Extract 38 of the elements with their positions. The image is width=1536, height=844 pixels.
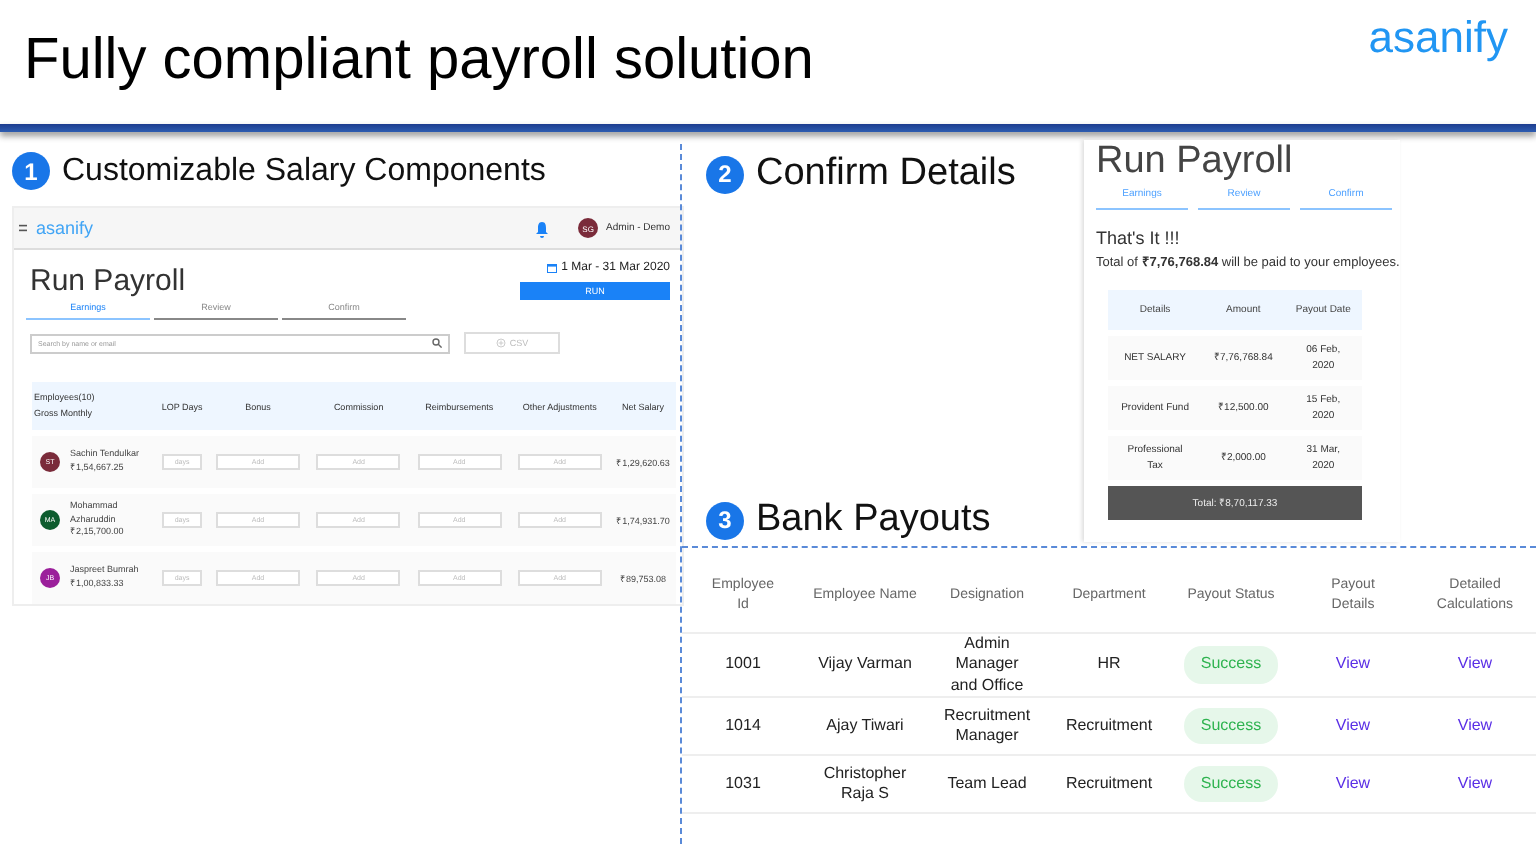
search-icon xyxy=(432,338,442,348)
status-badge: Success xyxy=(1184,646,1278,684)
brand-logo: asanify xyxy=(36,218,96,238)
table-cell: Team Lead xyxy=(926,755,1048,814)
calendar-icon xyxy=(545,262,558,274)
table-cell: 1031 xyxy=(682,755,804,814)
table-cell: HR xyxy=(1048,633,1170,698)
view-link[interactable]: View xyxy=(1457,773,1493,792)
table-cell: Recruitment xyxy=(1048,755,1170,814)
table-cell: Vijay Varman xyxy=(804,633,926,698)
table-cell: Admin Manager and Office xyxy=(926,633,1048,698)
page-title: Run Payroll xyxy=(30,266,186,296)
table-cell: Recruitment Manager xyxy=(926,697,1048,756)
page-title: Run Payroll xyxy=(1096,140,1295,184)
confirm-heading: That's It !!! xyxy=(1096,228,1182,248)
table-cell: 1014 xyxy=(682,697,804,756)
step-number-badge: 2 xyxy=(706,155,744,193)
view-link[interactable]: View xyxy=(1457,715,1493,734)
section-title: Confirm Details xyxy=(756,152,1016,196)
section-title: Bank Payouts xyxy=(756,498,991,542)
menu-icon[interactable] xyxy=(18,224,28,232)
view-link[interactable]: View xyxy=(1457,654,1493,673)
slide-title: Fully compliant payroll solution xyxy=(24,27,814,93)
step-number-badge: 3 xyxy=(706,501,744,539)
logo: asanify xyxy=(1368,12,1508,64)
section-title: Customizable Salary Components xyxy=(62,153,546,189)
view-link[interactable]: View xyxy=(1335,773,1371,792)
view-link[interactable]: View xyxy=(1335,715,1371,734)
step-number-badge: 1 xyxy=(12,152,50,190)
status-badge: Success xyxy=(1184,765,1278,803)
bell-icon[interactable] xyxy=(534,219,551,237)
table-cell: Ajay Tiwari xyxy=(804,697,926,756)
table-cell: 1001 xyxy=(682,633,804,698)
view-link[interactable]: View xyxy=(1335,654,1371,673)
status-badge: Success xyxy=(1184,707,1278,745)
table-cell: Christopher Raja S xyxy=(804,755,926,814)
table-cell: Recruitment xyxy=(1048,697,1170,756)
plus-circle-icon xyxy=(495,338,506,348)
